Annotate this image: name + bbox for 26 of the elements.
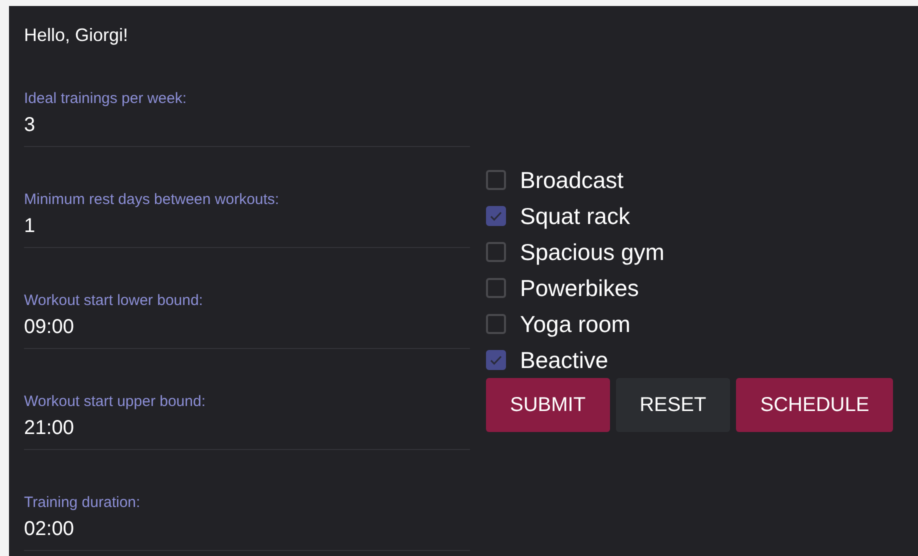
checkbox[interactable] [486, 206, 506, 226]
checkbox[interactable] [486, 242, 506, 262]
action-button[interactable]: SUBMIT [486, 378, 610, 432]
checkbox-label[interactable]: Powerbikes [520, 274, 639, 302]
checkbox-label[interactable]: Beactive [520, 346, 608, 374]
field-label: Minimum rest days between workouts: [24, 191, 280, 209]
checkbox-label[interactable]: Yoga room [520, 310, 630, 338]
action-button[interactable]: SCHEDULE [736, 378, 894, 432]
action-button[interactable]: RESET [616, 378, 730, 432]
field-label: Ideal trainings per week: [24, 90, 188, 108]
greeting-text: Hello, Giorgi! [24, 24, 130, 46]
checkbox[interactable] [486, 170, 506, 190]
input-field[interactable]: 09:00 [24, 314, 470, 340]
checkbox-label[interactable]: Spacious gym [520, 238, 664, 266]
input-field[interactable]: 3 [24, 112, 470, 138]
input-field[interactable]: 1 [24, 213, 470, 239]
checkbox[interactable] [486, 350, 506, 370]
input-field[interactable]: 21:00 [24, 415, 470, 441]
input-field[interactable]: 02:00 [24, 516, 470, 542]
checkbox-label[interactable]: Broadcast [520, 166, 624, 194]
field-label: Workout start lower bound: [24, 292, 204, 310]
checkbox[interactable] [486, 314, 506, 334]
field-label: Training duration: [24, 494, 142, 512]
checkbox[interactable] [486, 278, 506, 298]
field-label: Workout start upper bound: [24, 393, 206, 411]
checkbox-label[interactable]: Squat rack [520, 202, 630, 230]
